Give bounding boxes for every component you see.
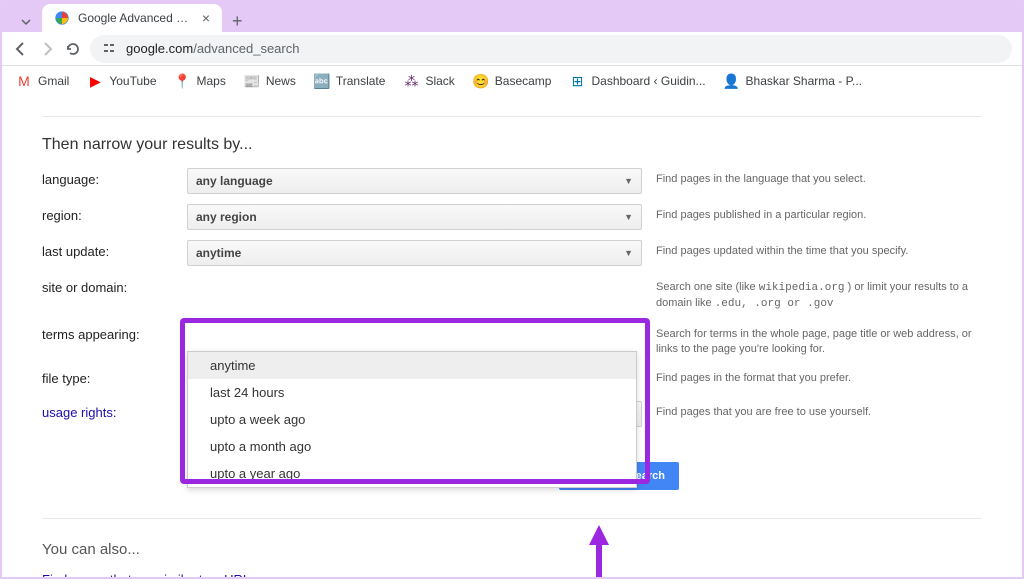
field-help: Search one site (like wikipedia.org ) or… xyxy=(656,276,982,313)
dropdown-option[interactable]: anytime xyxy=(188,352,636,379)
bookmark-label: Gmail xyxy=(38,74,69,88)
field-label: last update: xyxy=(42,240,187,259)
bookmark-icon: 📰 xyxy=(244,73,260,89)
language-select[interactable]: any language▼ xyxy=(187,168,642,194)
also-link[interactable]: Find pages that are similar to a URL xyxy=(42,570,982,577)
bookmark-item[interactable]: ▶ YouTube xyxy=(87,73,156,89)
bookmark-item[interactable]: 📰 News xyxy=(244,73,296,89)
google-favicon-icon xyxy=(54,10,70,26)
reload-icon[interactable] xyxy=(64,40,82,58)
you-can-also-section: You can also... Find pages that are simi… xyxy=(42,518,982,577)
dropdown-option[interactable]: upto a year ago xyxy=(188,460,636,487)
tab-strip: Google Advanced Search × + xyxy=(2,2,1022,32)
dropdown-option[interactable]: upto a week ago xyxy=(188,406,636,433)
browser-toolbar: google.com/advanced_search xyxy=(2,32,1022,66)
field-label: language: xyxy=(42,168,187,187)
field-label-link[interactable]: usage rights: xyxy=(42,401,187,420)
field-label: site or domain: xyxy=(42,276,187,295)
url-text: google.com/advanced_search xyxy=(126,41,299,56)
last-update-dropdown: anytimelast 24 hoursupto a week agoupto … xyxy=(187,351,637,488)
field-region: region: any region▼ Find pages published… xyxy=(42,204,982,230)
bookmark-label: News xyxy=(266,74,296,88)
bookmarks-bar: M Gmail ▶ YouTube 📍 Maps 📰 News 🔤 Translate ⁂ Slack… xyxy=(2,66,1022,96)
bookmark-label: Dashboard ‹ Guidin... xyxy=(591,74,705,88)
field-help: Find pages in the format that you prefer… xyxy=(656,367,982,386)
field-help: Search for terms in the whole page, page… xyxy=(656,323,982,358)
section-heading: Then narrow your results by... xyxy=(42,135,982,156)
bookmark-label: Slack xyxy=(425,74,454,88)
bookmark-item[interactable]: ⊞ Dashboard ‹ Guidin... xyxy=(569,73,705,89)
tab-title: Google Advanced Search xyxy=(78,11,194,25)
chevron-down-icon: ▼ xyxy=(624,176,633,186)
bookmark-item[interactable]: 📍 Maps xyxy=(175,73,226,89)
field-help: Find pages that you are free to use your… xyxy=(656,401,982,420)
field-language: language: any language▼ Find pages in th… xyxy=(42,168,982,194)
bookmark-label: Maps xyxy=(197,74,226,88)
field-site: site or domain: Search one site (like wi… xyxy=(42,276,982,313)
bookmark-item[interactable]: 😊 Basecamp xyxy=(473,73,552,89)
page-content: Then narrow your results by... language:… xyxy=(2,96,1022,577)
bookmark-icon: 📍 xyxy=(175,73,191,89)
field-help: Find pages published in a particular reg… xyxy=(656,204,982,223)
field-help: Find pages updated within the time that … xyxy=(656,240,982,259)
bookmark-item[interactable]: 🔤 Translate xyxy=(314,73,386,89)
field-label: terms appearing: xyxy=(42,323,187,342)
chevron-down-icon: ▼ xyxy=(624,212,633,222)
chevron-down-icon: ▼ xyxy=(624,248,633,258)
dropdown-option[interactable]: upto a month ago xyxy=(188,433,636,460)
bookmark-label: Translate xyxy=(336,74,386,88)
field-help: Find pages in the language that you sele… xyxy=(656,168,982,187)
bookmark-icon: ▶ xyxy=(87,73,103,89)
field-last-update: last update: anytime▼ Find pages updated… xyxy=(42,240,982,266)
bookmark-label: YouTube xyxy=(109,74,156,88)
last-update-select[interactable]: anytime▼ xyxy=(187,240,642,266)
region-select[interactable]: any region▼ xyxy=(187,204,642,230)
bookmark-icon: M xyxy=(16,73,32,89)
bookmark-icon: ⊞ xyxy=(569,73,585,89)
forward-icon xyxy=(38,40,56,58)
browser-window: Google Advanced Search × + google.com/ad… xyxy=(2,2,1022,577)
site-settings-icon[interactable] xyxy=(102,41,118,57)
bookmark-icon: 👤 xyxy=(724,73,740,89)
bookmark-icon: ⁂ xyxy=(403,73,419,89)
also-heading: You can also... xyxy=(42,541,982,558)
address-bar[interactable]: google.com/advanced_search xyxy=(90,35,1012,63)
dropdown-option[interactable]: last 24 hours xyxy=(188,379,636,406)
bookmark-item[interactable]: ⁂ Slack xyxy=(403,73,454,89)
bookmark-item[interactable]: 👤 Bhaskar Sharma - P... xyxy=(724,73,863,89)
bookmark-item[interactable]: M Gmail xyxy=(16,73,69,89)
field-label: region: xyxy=(42,204,187,223)
bookmark-icon: 😊 xyxy=(473,73,489,89)
back-icon[interactable] xyxy=(12,40,30,58)
new-tab-button[interactable]: + xyxy=(222,11,253,32)
close-tab-icon[interactable]: × xyxy=(202,10,210,26)
bookmark-label: Basecamp xyxy=(495,74,552,88)
bookmark-icon: 🔤 xyxy=(314,73,330,89)
tabs-menu-icon[interactable] xyxy=(16,12,36,32)
bookmark-label: Bhaskar Sharma - P... xyxy=(746,74,863,88)
field-label: file type: xyxy=(42,367,187,386)
browser-tab[interactable]: Google Advanced Search × xyxy=(42,4,222,32)
